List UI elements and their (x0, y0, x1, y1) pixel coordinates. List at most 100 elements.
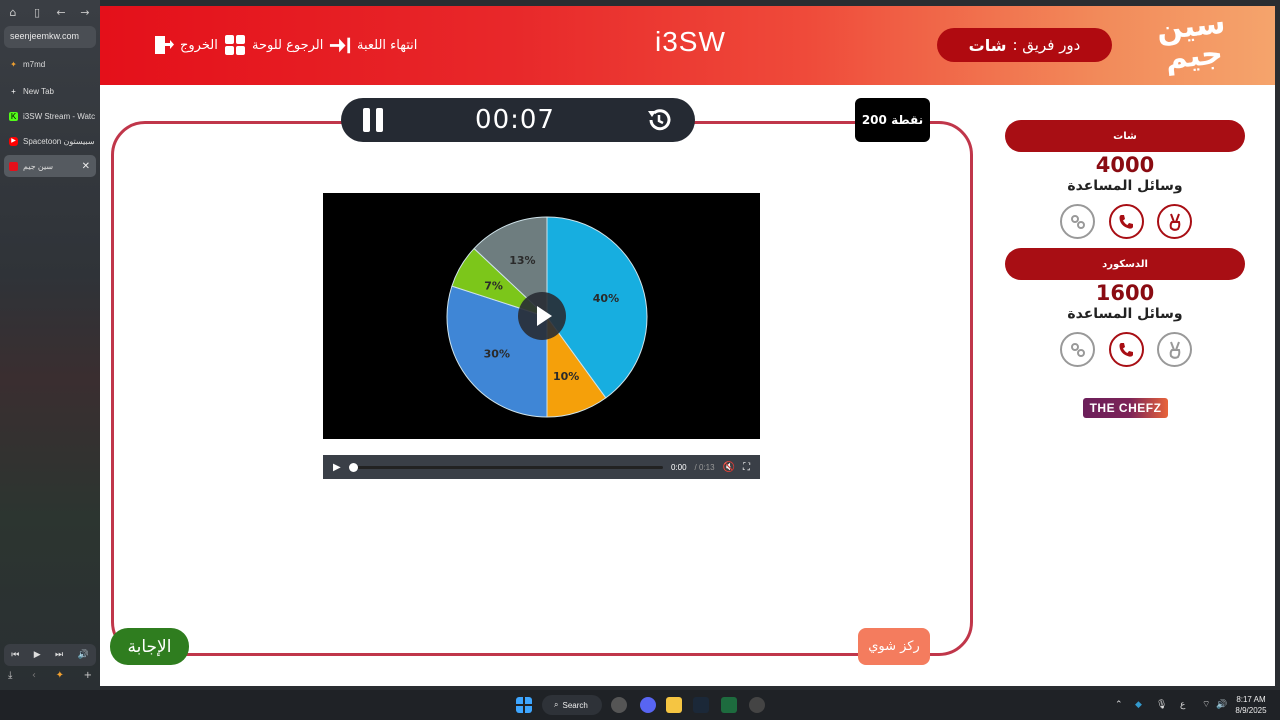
points-badge: 200 نقطة (855, 98, 930, 142)
media-controls: ⏮ ▶ ⏭ 🔊 (4, 644, 96, 666)
sponsor-logo: THE CHEFZ (1083, 398, 1168, 418)
youtube-icon: ▶ (9, 136, 18, 146)
helpers-row (1060, 332, 1192, 367)
victory-hand-icon[interactable] (1157, 204, 1192, 239)
download-icon[interactable]: ⤓ (8, 670, 12, 686)
excel-icon[interactable] (721, 697, 737, 713)
phone-icon[interactable] (1108, 332, 1144, 367)
grid-icon (225, 35, 245, 55)
tab-label: i3SW Stream - Watc (23, 111, 96, 121)
phone-icon[interactable] (1108, 204, 1144, 239)
pie-slice-label: 10% (553, 370, 579, 383)
video-controls: ▶ 0:00 / 0:13 🔇 ⛶ (323, 455, 760, 479)
tab-m7md[interactable]: ✦ m7md (4, 53, 96, 75)
timer-bar: 00:07 (341, 98, 695, 142)
wifi-icon[interactable]: ⌔ (1202, 699, 1210, 710)
mute-icon[interactable]: 🔇 (723, 462, 735, 473)
next-track-icon[interactable]: ⏭ (55, 650, 63, 660)
seenjeem-icon (9, 161, 18, 171)
exit-label: الخروج (180, 37, 218, 53)
taskbar: ⌕ Search ⌃ ◆ 🎙 ع ⌔ 🔊 8:17 AM 8/9/2025 (0, 690, 1280, 720)
play-icon[interactable]: ▶ (34, 650, 41, 660)
end-label: انتهاء اللعبة (357, 37, 418, 53)
tab-i3sw-stream[interactable]: K i3SW Stream - Watc (4, 105, 96, 127)
home-icon[interactable]: ⌂ (6, 6, 20, 20)
brand-title: i3SW (655, 26, 726, 57)
volume-icon[interactable]: 🔊 (78, 650, 89, 660)
sparkle-icon: ✦ (10, 59, 17, 69)
exit-door-icon (155, 36, 174, 54)
helpers-label: وسائل المساعدة (1067, 306, 1183, 322)
video-progress[interactable] (348, 462, 663, 472)
sidebar-tools: ⤓ ‹ ✦ + (4, 670, 96, 686)
turn-prefix: دور فريق : (1012, 36, 1081, 54)
url-bar[interactable]: seenjeemkw.com (4, 26, 96, 48)
taskbar-search[interactable]: ⌕ Search (542, 695, 602, 715)
microphone-icon[interactable]: 🎙 (1156, 699, 1167, 710)
timer-display: 00:07 (475, 105, 555, 135)
tab-label: سين جيم (23, 161, 54, 171)
turn-indicator: دور فريق : شات (937, 28, 1112, 62)
previous-track-icon[interactable]: ⏮ (11, 650, 19, 660)
two-answers-icon[interactable] (1060, 204, 1095, 239)
victory-hand-icon[interactable] (1157, 332, 1192, 367)
browser-icon[interactable] (749, 697, 765, 713)
tray-expand-icon[interactable]: ⌃ (1115, 699, 1123, 710)
pie-slice-label: 30% (484, 347, 510, 360)
search-label: Search (562, 700, 588, 710)
helpers-row (1060, 204, 1192, 239)
video-total-time: / 0:13 (694, 462, 715, 472)
seenjeem-logo: سين جيم (1154, 6, 1227, 77)
video-play-icon[interactable] (518, 292, 566, 340)
settings-icon[interactable]: ‹ (32, 670, 36, 686)
language-indicator[interactable]: ع (1180, 699, 1185, 710)
back-to-board-button[interactable]: الرجوع للوحة (224, 32, 323, 58)
header: الخروج الرجوع للوحة انتهاء اللعبة i3SW د… (100, 6, 1275, 85)
pie-slice-label: 40% (593, 292, 619, 305)
add-icon[interactable]: + (84, 670, 92, 686)
two-answers-icon[interactable] (1060, 332, 1095, 367)
answer-button[interactable]: الإجابة (110, 628, 189, 665)
video-current-time: 0:00 (670, 462, 687, 472)
clock-time: 8:17 AM (1236, 695, 1266, 704)
team-name-pill: شات (1005, 120, 1245, 152)
team-score: 4000 (1095, 153, 1155, 177)
reset-timer-icon[interactable] (645, 106, 673, 134)
tab-label: New Tab (23, 86, 54, 96)
end-game-button[interactable]: انتهاء اللعبة (329, 32, 417, 58)
close-icon[interactable]: ✕ (82, 161, 90, 172)
sparkle-icon[interactable]: ✦ (56, 670, 64, 686)
tab-new[interactable]: + New Tab (4, 80, 96, 102)
clock[interactable]: 8:17 AM 8/9/2025 (1232, 694, 1270, 716)
file-explorer-icon[interactable] (666, 697, 682, 713)
steam-icon[interactable] (693, 697, 709, 713)
kick-icon: K (9, 111, 18, 121)
discord-icon[interactable] (640, 697, 656, 713)
forward-icon[interactable]: → (78, 6, 92, 20)
turn-team: شات (968, 35, 1007, 55)
play-button-icon[interactable]: ▶ (333, 462, 341, 473)
focus-button[interactable]: ركز شوي (858, 628, 930, 665)
windows-start-icon[interactable] (516, 697, 532, 713)
obs-icon[interactable] (611, 697, 627, 713)
question-video[interactable]: 40% 10% 30% 7% 13% (323, 193, 760, 439)
progress-knob[interactable] (348, 462, 358, 472)
clock-date: 8/9/2025 (1235, 706, 1267, 715)
plus-icon: + (11, 86, 16, 96)
browser-sidebar: ⌂ ▯ ← → ↻ seenjeemkw.com ✦ m7md + New Ta… (0, 0, 114, 690)
fullscreen-icon[interactable]: ⛶ (743, 462, 750, 473)
team-name-pill: الدسكورد (1005, 248, 1245, 280)
pause-icon[interactable] (363, 108, 385, 132)
exit-button[interactable]: الخروج (152, 32, 218, 58)
sidebar-toggle-icon[interactable]: ▯ (30, 6, 44, 20)
game-page: الخروج الرجوع للوحة انتهاء اللعبة i3SW د… (100, 6, 1275, 686)
volume-icon[interactable]: 🔊 (1216, 699, 1227, 710)
team-score: 1600 (1095, 281, 1155, 305)
search-icon: ⌕ (554, 700, 559, 709)
tab-spacetoon[interactable]: ▶ Spacetoon سبيستون 🎵 (4, 130, 96, 152)
network-app-icon[interactable]: ◆ (1135, 699, 1142, 710)
tab-seenjeem[interactable]: سين جيم ✕ (4, 155, 96, 177)
pie-slice-label: 7% (484, 279, 503, 292)
end-arrow-icon (329, 37, 351, 54)
back-icon[interactable]: ← (54, 6, 68, 20)
